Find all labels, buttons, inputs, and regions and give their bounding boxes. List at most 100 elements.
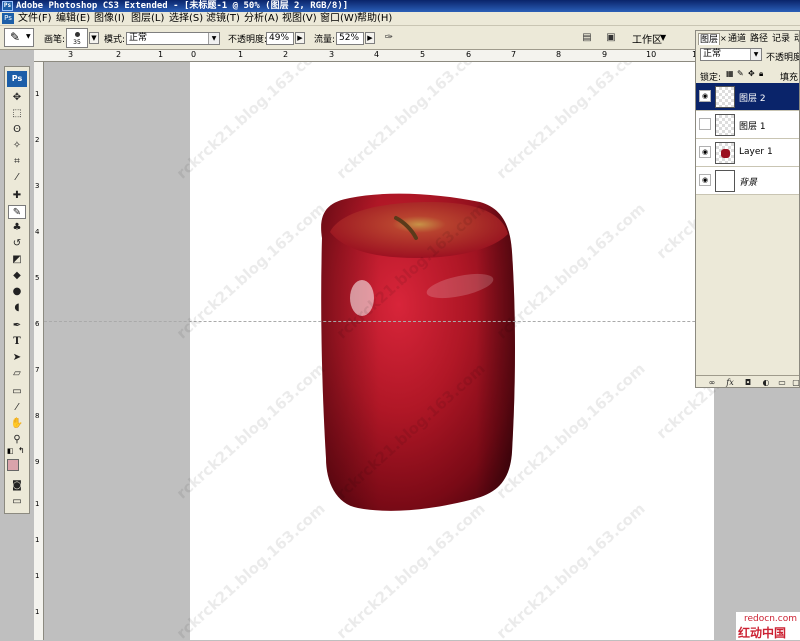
eye-hidden-icon[interactable] bbox=[699, 118, 711, 130]
window-title-bar: Ps Adobe Photoshop CS3 Extended - [未标题-1… bbox=[0, 0, 800, 12]
ruler-label: 3 bbox=[329, 50, 335, 59]
eyedropper-tool-icon[interactable]: ⁄ bbox=[8, 171, 26, 185]
menu-select[interactable]: 选择(S) bbox=[169, 12, 203, 26]
menu-file[interactable]: 文件(F) bbox=[18, 12, 52, 26]
new-group-icon[interactable]: ▭ bbox=[776, 377, 788, 387]
brush-tool-icon[interactable]: ✎ bbox=[8, 205, 26, 219]
brushes-palette-icon[interactable]: ▣ bbox=[604, 31, 618, 45]
tab-paths[interactable]: 路径 bbox=[749, 33, 769, 45]
layer-row[interactable]: ◉ 背景 bbox=[696, 167, 799, 195]
photoshop-menu-icon[interactable]: Ps bbox=[2, 13, 14, 24]
layer-row[interactable]: 图层 1 bbox=[696, 111, 799, 139]
ruler-label: 8 bbox=[556, 50, 562, 59]
shape-tool-icon[interactable]: ▱ bbox=[8, 367, 26, 381]
pen-tool-icon[interactable]: ✒ bbox=[8, 319, 26, 333]
new-layer-icon[interactable]: ▢ bbox=[790, 377, 799, 387]
zoom-tool-icon[interactable]: ⚲ bbox=[8, 433, 26, 447]
lasso-tool-icon[interactable]: ʘ bbox=[8, 123, 26, 137]
lock-position-icon[interactable]: ✥ bbox=[748, 69, 755, 78]
ruler-label: 2 bbox=[35, 136, 40, 144]
blend-mode-select[interactable]: 正常 ▼ bbox=[700, 48, 762, 61]
clone-stamp-icon[interactable]: ♣ bbox=[8, 221, 26, 235]
path-selection-icon[interactable]: ➤ bbox=[8, 351, 26, 365]
menu-help[interactable]: 帮助(H) bbox=[357, 12, 392, 26]
layer-name: 图层 1 bbox=[739, 122, 766, 132]
horizontal-guide[interactable] bbox=[44, 321, 800, 322]
tab-actions[interactable]: 动 bbox=[793, 33, 799, 45]
blur-tool-icon[interactable]: ● bbox=[8, 285, 26, 299]
lock-all-icon[interactable]: 🔒︎ bbox=[759, 69, 763, 79]
mode-select[interactable]: 正常 ▼ bbox=[126, 32, 220, 45]
tab-channels[interactable]: 通道 bbox=[727, 33, 747, 45]
marquee-tool-icon[interactable]: ⬚ bbox=[8, 107, 26, 121]
layer-mask-icon[interactable]: ◘ bbox=[742, 377, 754, 387]
window-title: Adobe Photoshop CS3 Extended - [未标题-1 @ … bbox=[16, 1, 349, 11]
tab-layers[interactable]: 图层 bbox=[698, 33, 721, 45]
ruler-label: 6 bbox=[466, 50, 472, 59]
dodge-tool-icon[interactable]: ◖ bbox=[8, 301, 26, 315]
crop-tool-icon[interactable]: ⌗ bbox=[8, 155, 26, 169]
ruler-label: 4 bbox=[35, 228, 40, 236]
swap-colors-icon[interactable]: ↰ bbox=[18, 446, 25, 455]
layer-style-icon[interactable]: fx bbox=[724, 377, 736, 387]
layer-name: Layer 1 bbox=[739, 147, 773, 157]
foreground-color-swatch[interactable] bbox=[7, 459, 19, 471]
history-brush-icon[interactable]: ↺ bbox=[8, 237, 26, 251]
ruler-label: 1 bbox=[35, 500, 40, 508]
options-bar: ✎ ▼ 画笔: 35 ▼ 模式: 正常 ▼ 不透明度: 49% ▶ 流量: 52… bbox=[0, 26, 800, 50]
menu-filter[interactable]: 滤镜(T) bbox=[206, 12, 240, 26]
eraser-tool-icon[interactable]: ◩ bbox=[8, 253, 26, 267]
brush-size: 35 bbox=[73, 39, 81, 46]
eyedropper-icon[interactable]: ⁄ bbox=[8, 401, 26, 415]
notes-tool-icon[interactable]: ▭ bbox=[8, 385, 26, 399]
link-layers-icon[interactable]: ∞ bbox=[706, 377, 718, 387]
flow-slider-button[interactable]: ▶ bbox=[365, 32, 375, 44]
menu-layer[interactable]: 图层(L) bbox=[131, 12, 164, 26]
lock-pixels-icon[interactable]: ✎ bbox=[737, 69, 744, 78]
tab-history[interactable]: 记录 bbox=[771, 33, 791, 45]
eye-icon[interactable]: ◉ bbox=[699, 174, 711, 186]
eye-icon[interactable]: ◉ bbox=[699, 90, 711, 102]
magic-wand-icon[interactable]: ✧ bbox=[8, 139, 26, 153]
menu-analysis[interactable]: 分析(A) bbox=[244, 12, 279, 26]
screen-mode-icon[interactable]: ▭ bbox=[8, 495, 26, 509]
ruler-label: 9 bbox=[35, 458, 40, 466]
chevron-down-icon: ▼ bbox=[26, 33, 31, 40]
eye-icon[interactable]: ◉ bbox=[699, 146, 711, 158]
hand-tool-icon[interactable]: ✋ bbox=[8, 417, 26, 431]
workspace-menu[interactable]: 工作区 bbox=[632, 31, 662, 46]
chevron-down-icon[interactable]: ▼ bbox=[660, 33, 666, 42]
layer-row[interactable]: ◉ 图层 2 bbox=[696, 83, 799, 111]
document-icon[interactable]: ▤ bbox=[580, 31, 594, 45]
adjustment-layer-icon[interactable]: ◐ bbox=[760, 377, 772, 387]
flow-label: 流量: bbox=[314, 35, 336, 45]
photoshop-app-icon: Ps bbox=[2, 1, 13, 11]
ruler-label: 7 bbox=[511, 50, 517, 59]
menu-edit[interactable]: 编辑(E) bbox=[56, 12, 90, 26]
fill-label: 填充: bbox=[780, 73, 800, 83]
lock-transparency-icon[interactable]: ▦ bbox=[726, 69, 734, 78]
opacity-input[interactable]: 49% bbox=[266, 32, 294, 45]
menu-image[interactable]: 图像(I) bbox=[94, 12, 125, 26]
tool-preset-picker[interactable]: ✎ ▼ bbox=[4, 28, 34, 47]
document-workspace[interactable]: rckrck21.blog.163.com rckrck21.blog.163.… bbox=[44, 62, 800, 640]
default-colors-icon[interactable]: ◧ bbox=[7, 447, 14, 455]
brush-tool-icon: ✎ bbox=[10, 30, 21, 44]
opacity-slider-button[interactable]: ▶ bbox=[295, 32, 305, 44]
type-tool-icon[interactable]: T bbox=[8, 335, 26, 349]
brush-picker[interactable]: 35 bbox=[66, 28, 88, 48]
layer-row[interactable]: ◉ Layer 1 bbox=[696, 139, 799, 167]
menu-view[interactable]: 视图(V) bbox=[282, 12, 317, 26]
quick-mask-icon[interactable]: ◙ bbox=[8, 479, 26, 493]
horizontal-ruler: 3 2 1 0 1 2 3 4 5 6 7 8 9 10 11 12 bbox=[34, 50, 800, 62]
triangle-right-icon: ▶ bbox=[367, 34, 373, 42]
ruler-label: 5 bbox=[420, 50, 426, 59]
move-tool-icon[interactable]: ✥ bbox=[8, 91, 26, 105]
menu-window[interactable]: 窗口(W) bbox=[320, 12, 358, 26]
flow-input[interactable]: 52% bbox=[336, 32, 364, 45]
brush-picker-arrow[interactable]: ▼ bbox=[89, 32, 99, 44]
close-icon[interactable]: × bbox=[720, 34, 727, 43]
paint-bucket-icon[interactable]: ◆ bbox=[8, 269, 26, 283]
airbrush-icon[interactable]: ✑ bbox=[382, 31, 396, 45]
healing-brush-icon[interactable]: ✚ bbox=[8, 189, 26, 203]
